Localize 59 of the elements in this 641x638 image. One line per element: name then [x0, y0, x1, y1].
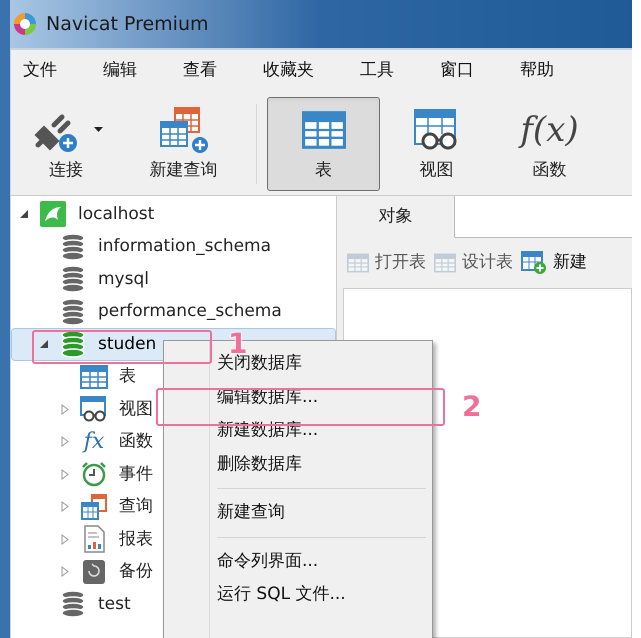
expanded-arrow-icon[interactable]	[40, 340, 48, 348]
tree-item[interactable]: 视图	[61, 393, 153, 426]
collapsed-arrow-icon[interactable]	[61, 566, 69, 578]
backup-icon	[82, 558, 106, 585]
context-menu-item[interactable]: 删除数据库	[164, 448, 432, 481]
function-icon: f(x)	[520, 112, 579, 146]
menu-item[interactable]: 工具	[360, 58, 394, 84]
tree-item[interactable]: 查询	[61, 490, 153, 523]
clock-icon	[81, 461, 107, 488]
table-icon	[80, 364, 108, 389]
table-icon	[302, 110, 346, 148]
menu-item[interactable]: 编辑	[103, 58, 137, 84]
context-menu-item[interactable]: 运行 SQL 文件...	[164, 578, 432, 612]
query-icon	[80, 494, 108, 520]
window-title: Navicat Premium	[46, 12, 209, 37]
object-toolbar-button[interactable]: 新建	[521, 250, 587, 276]
context-menu-item[interactable]: 命令列界面...	[164, 544, 432, 578]
report-icon	[83, 525, 105, 554]
step-number: 2	[462, 393, 482, 421]
tree-item[interactable]: 报表	[61, 523, 153, 556]
app-logo-icon	[12, 11, 38, 37]
open-table-icon	[347, 253, 369, 273]
function-icon: fx	[84, 430, 104, 453]
tree-item[interactable]: 备份	[61, 556, 153, 588]
database-icon	[61, 298, 85, 326]
toolbar-button[interactable]: 新建查询	[121, 96, 246, 190]
toolbar-button[interactable]: 连接	[11, 96, 121, 190]
tab[interactable]: 对象	[337, 196, 455, 238]
tree-item[interactable]: mysql	[40, 263, 149, 296]
database-icon	[61, 590, 85, 618]
menu-item[interactable]: 文件	[23, 58, 57, 84]
expanded-arrow-icon[interactable]	[20, 210, 28, 218]
tree-item[interactable]: test	[40, 588, 131, 620]
collapsed-arrow-icon[interactable]	[61, 436, 69, 448]
toolbar-button[interactable]: 视图	[380, 96, 493, 190]
tree-item[interactable]: 事件	[61, 458, 153, 490]
tree-item[interactable]: studen	[40, 328, 156, 360]
database-icon	[61, 232, 85, 261]
context-menu-item[interactable]: 新建查询	[164, 496, 432, 530]
tree-item[interactable]: information_schema	[40, 230, 272, 263]
dropdown-caret-icon[interactable]	[94, 127, 102, 132]
menu-item[interactable]: 帮助	[520, 58, 554, 84]
menu-item[interactable]: 窗口	[440, 58, 474, 84]
tree-item[interactable]: performance_schema	[40, 296, 282, 328]
collapsed-arrow-icon[interactable]	[61, 534, 69, 545]
database-icon	[61, 265, 85, 294]
collapsed-arrow-icon[interactable]	[61, 501, 69, 512]
menu-item[interactable]: 查看	[183, 58, 217, 84]
design-table-icon	[434, 253, 456, 273]
view-icon	[80, 396, 108, 422]
tree-item[interactable]: fx 函数	[61, 426, 153, 458]
toolbar-button[interactable]: 表	[267, 96, 380, 190]
tree-item[interactable]: localhost	[20, 198, 154, 230]
collapsed-arrow-icon[interactable]	[61, 468, 69, 480]
database-icon	[61, 330, 85, 358]
collapsed-arrow-icon[interactable]	[61, 404, 69, 415]
menu-item[interactable]: 收藏夹	[263, 58, 314, 84]
tree-item[interactable]: 表	[61, 360, 136, 393]
toolbar-button[interactable]: f(x) 函数	[493, 96, 606, 190]
